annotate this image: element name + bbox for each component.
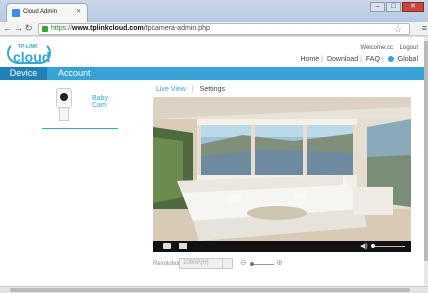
address-bar[interactable]: https://www.tplinkcloud.com/tpcamera-adm…: [38, 23, 410, 35]
browser-toolbar: ← → ↻ https://www.tplinkcloud.com/tpcame…: [0, 22, 428, 36]
volume-slider-handle[interactable]: [371, 244, 375, 248]
tab-device[interactable]: Device: [0, 67, 47, 80]
camera-icon: [56, 88, 72, 122]
resolution-value: 1080P(H): [183, 260, 209, 266]
volume-icon[interactable]: ◀): [360, 242, 368, 250]
back-arrow-icon[interactable]: ←: [3, 23, 12, 33]
device-name: Baby Cam: [92, 95, 108, 109]
tab-live-view[interactable]: Live View: [156, 86, 186, 93]
nav-home[interactable]: Home: [300, 56, 319, 63]
tab-close-icon[interactable]: ✕: [76, 8, 81, 15]
horizontal-scrollbar-thumb[interactable]: [10, 288, 410, 292]
live-video-feed: [153, 97, 411, 241]
browser-tab-title: Cloud Admin: [23, 9, 58, 15]
snapshot-camera-icon[interactable]: [163, 243, 171, 249]
zoom-in-icon[interactable]: ⊕: [276, 258, 283, 267]
maximize-button[interactable]: □: [386, 2, 401, 12]
page-content: TP-LINK cloud Welcome,cc Logout Home | Dow…: [0, 37, 424, 286]
globe-icon: [387, 56, 394, 62]
tplink-cloud-logo[interactable]: TP-LINK cloud: [7, 42, 55, 66]
bookmark-star-icon[interactable]: ☆: [394, 24, 402, 34]
favicon-icon: [12, 9, 20, 17]
tab-settings[interactable]: Settings: [200, 86, 225, 93]
minimize-button[interactable]: –: [370, 2, 385, 12]
chevron-down-icon: [222, 259, 232, 268]
browser-tab[interactable]: Cloud Admin ✕: [6, 3, 88, 22]
url-host: www.tplinkcloud.com: [72, 25, 144, 32]
view-tabs: Live View | Settings: [156, 86, 225, 93]
welcome-area: Welcome,cc Logout: [355, 45, 418, 51]
reload-icon[interactable]: ↻: [25, 23, 33, 34]
tab-account[interactable]: Account: [48, 67, 101, 80]
nav-download[interactable]: Download: [327, 56, 358, 63]
resolution-select[interactable]: 1080P(H): [179, 258, 233, 269]
nav-faq[interactable]: FAQ: [366, 56, 380, 63]
browser-menu-icon[interactable]: ≡: [422, 23, 427, 33]
welcome-text: Welcome,cc: [360, 45, 393, 51]
top-navigation: Home | Download | FAQ | Global: [300, 56, 418, 63]
video-frame-image: [153, 97, 411, 241]
window-controls: – □ ✕: [370, 2, 424, 12]
nav-global[interactable]: Global: [398, 56, 418, 63]
horizontal-scrollbar[interactable]: [0, 286, 428, 293]
lock-icon: [42, 26, 48, 32]
url-path: /tpcamera-admin.php: [143, 25, 210, 32]
forward-arrow-icon[interactable]: →: [14, 23, 23, 33]
device-list-item[interactable]: Baby Cam: [42, 85, 118, 129]
vertical-scrollbar[interactable]: [424, 37, 428, 286]
volume-slider-track[interactable]: [371, 246, 405, 247]
vertical-scrollbar-thumb[interactable]: [424, 41, 428, 261]
zoom-slider-handle[interactable]: [250, 262, 254, 266]
browser-tab-bar: Cloud Admin ✕ – □ ✕: [0, 0, 428, 22]
logout-link[interactable]: Logout: [400, 45, 418, 51]
main-navigation: Device Account: [0, 67, 424, 80]
logo-text: cloud: [13, 49, 51, 65]
close-window-button[interactable]: ✕: [402, 2, 424, 12]
zoom-out-icon[interactable]: ⊖: [240, 258, 247, 267]
url-prefix: https://: [51, 25, 73, 32]
video-controls: ◀): [153, 241, 411, 252]
record-video-icon[interactable]: [179, 243, 187, 249]
